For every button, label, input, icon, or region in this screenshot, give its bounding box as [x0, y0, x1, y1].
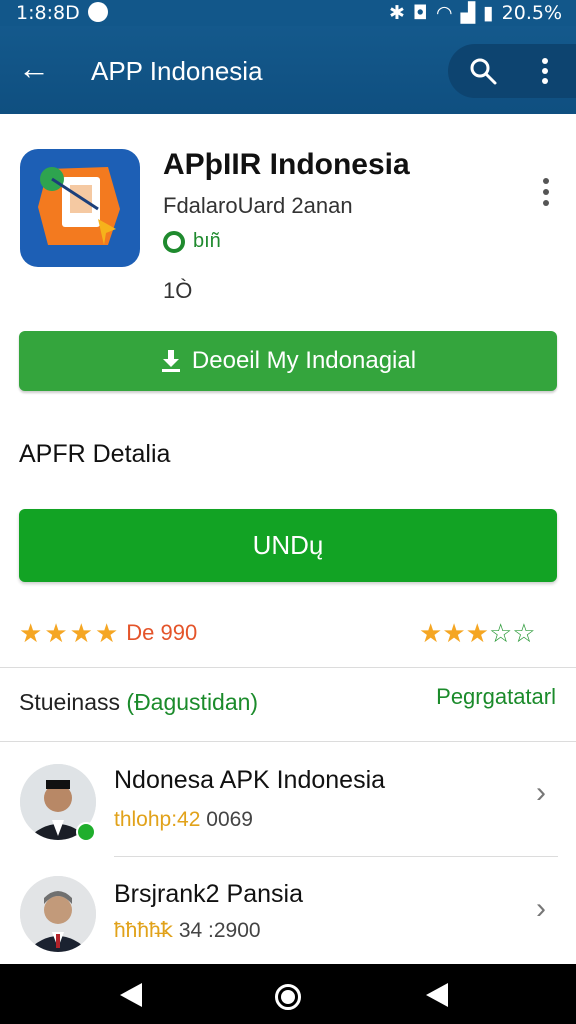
list-item[interactable]: Ndonesa APK Indonesia thlohp:42 0069 › [0, 744, 576, 854]
app-menu-icon[interactable] [536, 176, 556, 208]
star-icon: ★ [94, 618, 119, 648]
section-title: APFR Detalia [19, 440, 171, 468]
bluetooth-icon: ✱ [389, 2, 405, 24]
star-icon: ★ [442, 618, 466, 648]
subheader-prefix: Stueinass [19, 689, 121, 715]
signal-icon: ▟ [460, 2, 476, 24]
status-icons: ✱ ◘ ◠ ▟ ▮ 20.5% [389, 2, 562, 24]
nav-home-icon[interactable] [275, 984, 301, 1010]
more-vert-icon[interactable] [534, 56, 556, 86]
status-time: 1:8:8D [16, 2, 80, 24]
secondary-button[interactable]: UNDų [19, 509, 557, 582]
subheader: Stueinass (Đagustidan) [19, 689, 258, 716]
battery-icon: ▮ [483, 2, 494, 24]
subheader-highlight: (Đagustidan) [126, 689, 259, 715]
star-icon: ★ [19, 618, 43, 648]
app-bar: ← APP Indonesia [0, 26, 576, 114]
nav-back-icon[interactable] [120, 983, 142, 1007]
app-title: APþIIR Indonesia [163, 148, 410, 181]
install-button-label: Deoeil My Indonagial [191, 347, 417, 374]
subheader-link[interactable]: Pegrgatatarl [436, 684, 556, 710]
review-count: 1Ò [163, 278, 193, 303]
app-bar-actions [448, 44, 576, 98]
nav-recent-icon[interactable] [426, 983, 448, 1007]
status-bar: 1:8:8D ✱ ◘ ◠ ▟ ▮ 20.5% [0, 0, 576, 26]
star-outline-icon: ☆ [488, 618, 513, 648]
rating-right[interactable]: ★ ★ ★ ☆ ☆ [419, 620, 536, 646]
list-item-sub-highlight: ħħħħ̶ꝁ [114, 919, 173, 942]
star-outline-icon: ☆ [512, 618, 536, 648]
search-icon[interactable] [468, 56, 498, 86]
badge-text: bıñ [193, 230, 221, 252]
list-item-name: Brsjrank2 Pansia [114, 880, 303, 908]
list-item-sub: ħħħħ̶ꝁ 34 :2900 [114, 918, 261, 943]
rating-value: De 990 [126, 620, 198, 645]
divider [114, 856, 558, 857]
star-icon: ★ [44, 618, 68, 648]
list-item-sub-rest: 34 :2900 [178, 919, 261, 942]
divider [0, 667, 576, 668]
rating-left: ★ ★ ★ ★ De 990 [19, 620, 197, 646]
system-nav-bar [0, 964, 576, 1024]
avatar [20, 876, 96, 952]
app-badge: bıñ [163, 230, 221, 253]
page-title: APP Indonesia [91, 56, 263, 86]
chevron-right-icon: › [536, 776, 546, 809]
app-developer[interactable]: FdalaroUard 2anan [163, 193, 353, 219]
vibrate-icon: ◘ [412, 2, 428, 24]
star-icon: ★ [465, 618, 489, 648]
download-icon [161, 350, 180, 372]
list-item-name: Ndonesa APK Indonesia [114, 766, 386, 794]
verified-icon [163, 230, 185, 253]
star-icon: ★ [69, 618, 93, 648]
install-button[interactable]: Deoeil My Indonagial [19, 331, 557, 391]
online-status-icon [76, 822, 96, 842]
divider [0, 741, 576, 742]
list-item-sub: thlohp:42 0069 [114, 808, 253, 832]
star-icon: ★ [419, 618, 443, 648]
battery-percent: 20.5% [501, 2, 562, 24]
list-item[interactable]: Brsjrank2 Pansia ħħħħ̶ꝁ 34 :2900 › [0, 858, 576, 968]
list-item-sub-highlight: thlohp:42 [114, 808, 201, 831]
notification-icon [88, 2, 108, 22]
chevron-right-icon: › [536, 892, 546, 925]
back-arrow-icon[interactable]: ← [18, 52, 50, 84]
secondary-button-label: UNDų [252, 530, 324, 560]
wifi-icon: ◠ [435, 2, 453, 24]
app-icon [20, 149, 140, 267]
list-item-sub-rest: 0069 [206, 808, 253, 831]
